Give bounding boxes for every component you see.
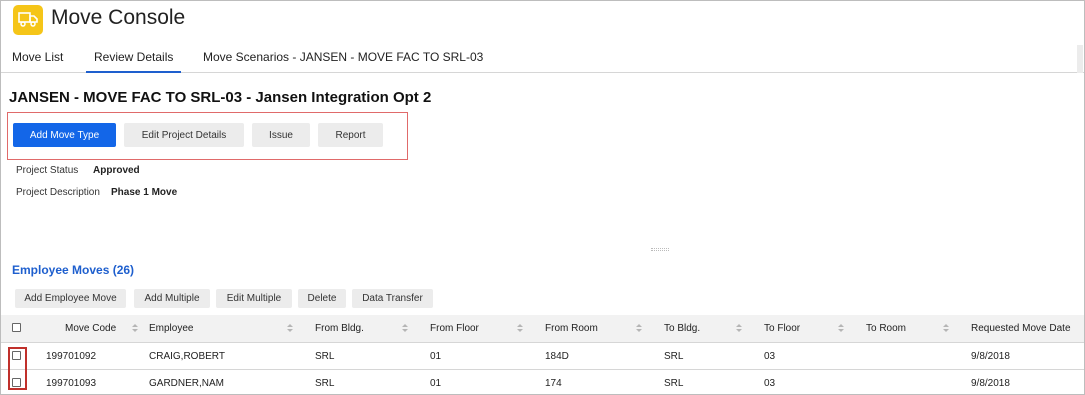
project-title: JANSEN - MOVE FAC TO SRL-03 - Jansen Int… <box>9 89 432 106</box>
tab-bar: Move List Review Details Move Scenarios … <box>1 45 1084 73</box>
column-header-from-bldg[interactable]: From Bldg. <box>315 323 364 334</box>
cell-move-code: 199701092 <box>46 351 97 362</box>
cell-from-bldg: SRL <box>315 378 335 389</box>
project-status-value: Approved <box>93 165 140 176</box>
cell-from-room: 184D <box>545 351 569 362</box>
column-header-employee[interactable]: Employee <box>149 323 193 334</box>
column-header-requested-move-date[interactable]: Requested Move Date <box>971 323 1071 334</box>
vertical-scrollbar[interactable] <box>1077 45 1083 73</box>
project-description-label: Project Description <box>16 187 100 198</box>
tab-move-scenarios[interactable]: Move Scenarios - JANSEN - MOVE FAC TO SR… <box>203 50 483 73</box>
sort-icon[interactable] <box>838 324 844 334</box>
column-header-from-room[interactable]: From Room <box>545 323 598 334</box>
table-header: Move Code Employee From Bldg. From Floor… <box>1 315 1084 343</box>
app-title: Move Console <box>51 6 186 29</box>
column-header-to-floor[interactable]: To Floor <box>764 323 800 334</box>
sort-icon[interactable] <box>943 324 949 334</box>
sort-icon[interactable] <box>287 324 293 334</box>
cell-move-code: 199701093 <box>46 378 97 389</box>
edit-project-details-button[interactable]: Edit Project Details <box>124 123 244 147</box>
project-description-value: Phase 1 Move <box>111 187 178 198</box>
sort-icon[interactable] <box>402 324 408 334</box>
move-console-window: Move Console Move List Review Details Mo… <box>0 0 1085 395</box>
checkbox-highlight-box <box>8 347 27 390</box>
edit-multiple-button[interactable]: Edit Multiple <box>216 289 292 308</box>
cell-employee: GARDNER,NAM <box>149 378 225 389</box>
add-employee-move-button[interactable]: Add Employee Move <box>15 289 126 308</box>
employee-moves-title: Employee Moves (26) <box>12 263 135 277</box>
tab-move-list[interactable]: Move List <box>12 50 63 73</box>
cell-from-bldg: SRL <box>315 351 335 362</box>
table-row[interactable]: 199701093 GARDNER,NAM SRL 01 174 SRL 03 … <box>1 370 1084 394</box>
cell-to-floor: 03 <box>764 351 776 362</box>
cell-from-room: 174 <box>545 378 562 389</box>
issue-button[interactable]: Issue <box>252 123 310 147</box>
sort-icon[interactable] <box>636 324 642 334</box>
cell-to-floor: 03 <box>764 378 776 389</box>
delete-button[interactable]: Delete <box>298 289 346 308</box>
column-header-move-code[interactable]: Move Code <box>65 323 116 334</box>
report-button[interactable]: Report <box>318 123 383 147</box>
cell-from-floor: 01 <box>430 351 442 362</box>
column-header-to-room[interactable]: To Room <box>866 323 906 334</box>
table-row[interactable]: 199701092 CRAIG,ROBERT SRL 01 184D SRL 0… <box>1 343 1084 370</box>
tab-review-details[interactable]: Review Details <box>86 50 182 73</box>
data-transfer-button[interactable]: Data Transfer <box>352 289 433 308</box>
select-all-checkbox[interactable] <box>12 323 21 332</box>
cell-requested-move-date: 9/8/2018 <box>971 378 1010 389</box>
sort-icon[interactable] <box>132 324 138 334</box>
cell-employee: CRAIG,ROBERT <box>149 351 225 362</box>
sort-icon[interactable] <box>517 324 523 334</box>
pane-splitter-handle[interactable] <box>651 248 669 251</box>
add-multiple-button[interactable]: Add Multiple <box>134 289 210 308</box>
cell-to-bldg: SRL <box>664 378 684 389</box>
cell-requested-move-date: 9/8/2018 <box>971 351 1010 362</box>
sort-icon[interactable] <box>736 324 742 334</box>
truck-icon <box>13 5 43 35</box>
project-status-label: Project Status <box>16 165 79 176</box>
column-header-to-bldg[interactable]: To Bldg. <box>664 323 700 334</box>
cell-to-bldg: SRL <box>664 351 684 362</box>
add-move-type-button[interactable]: Add Move Type <box>13 123 116 147</box>
column-header-from-floor[interactable]: From Floor <box>430 323 479 334</box>
cell-from-floor: 01 <box>430 378 442 389</box>
